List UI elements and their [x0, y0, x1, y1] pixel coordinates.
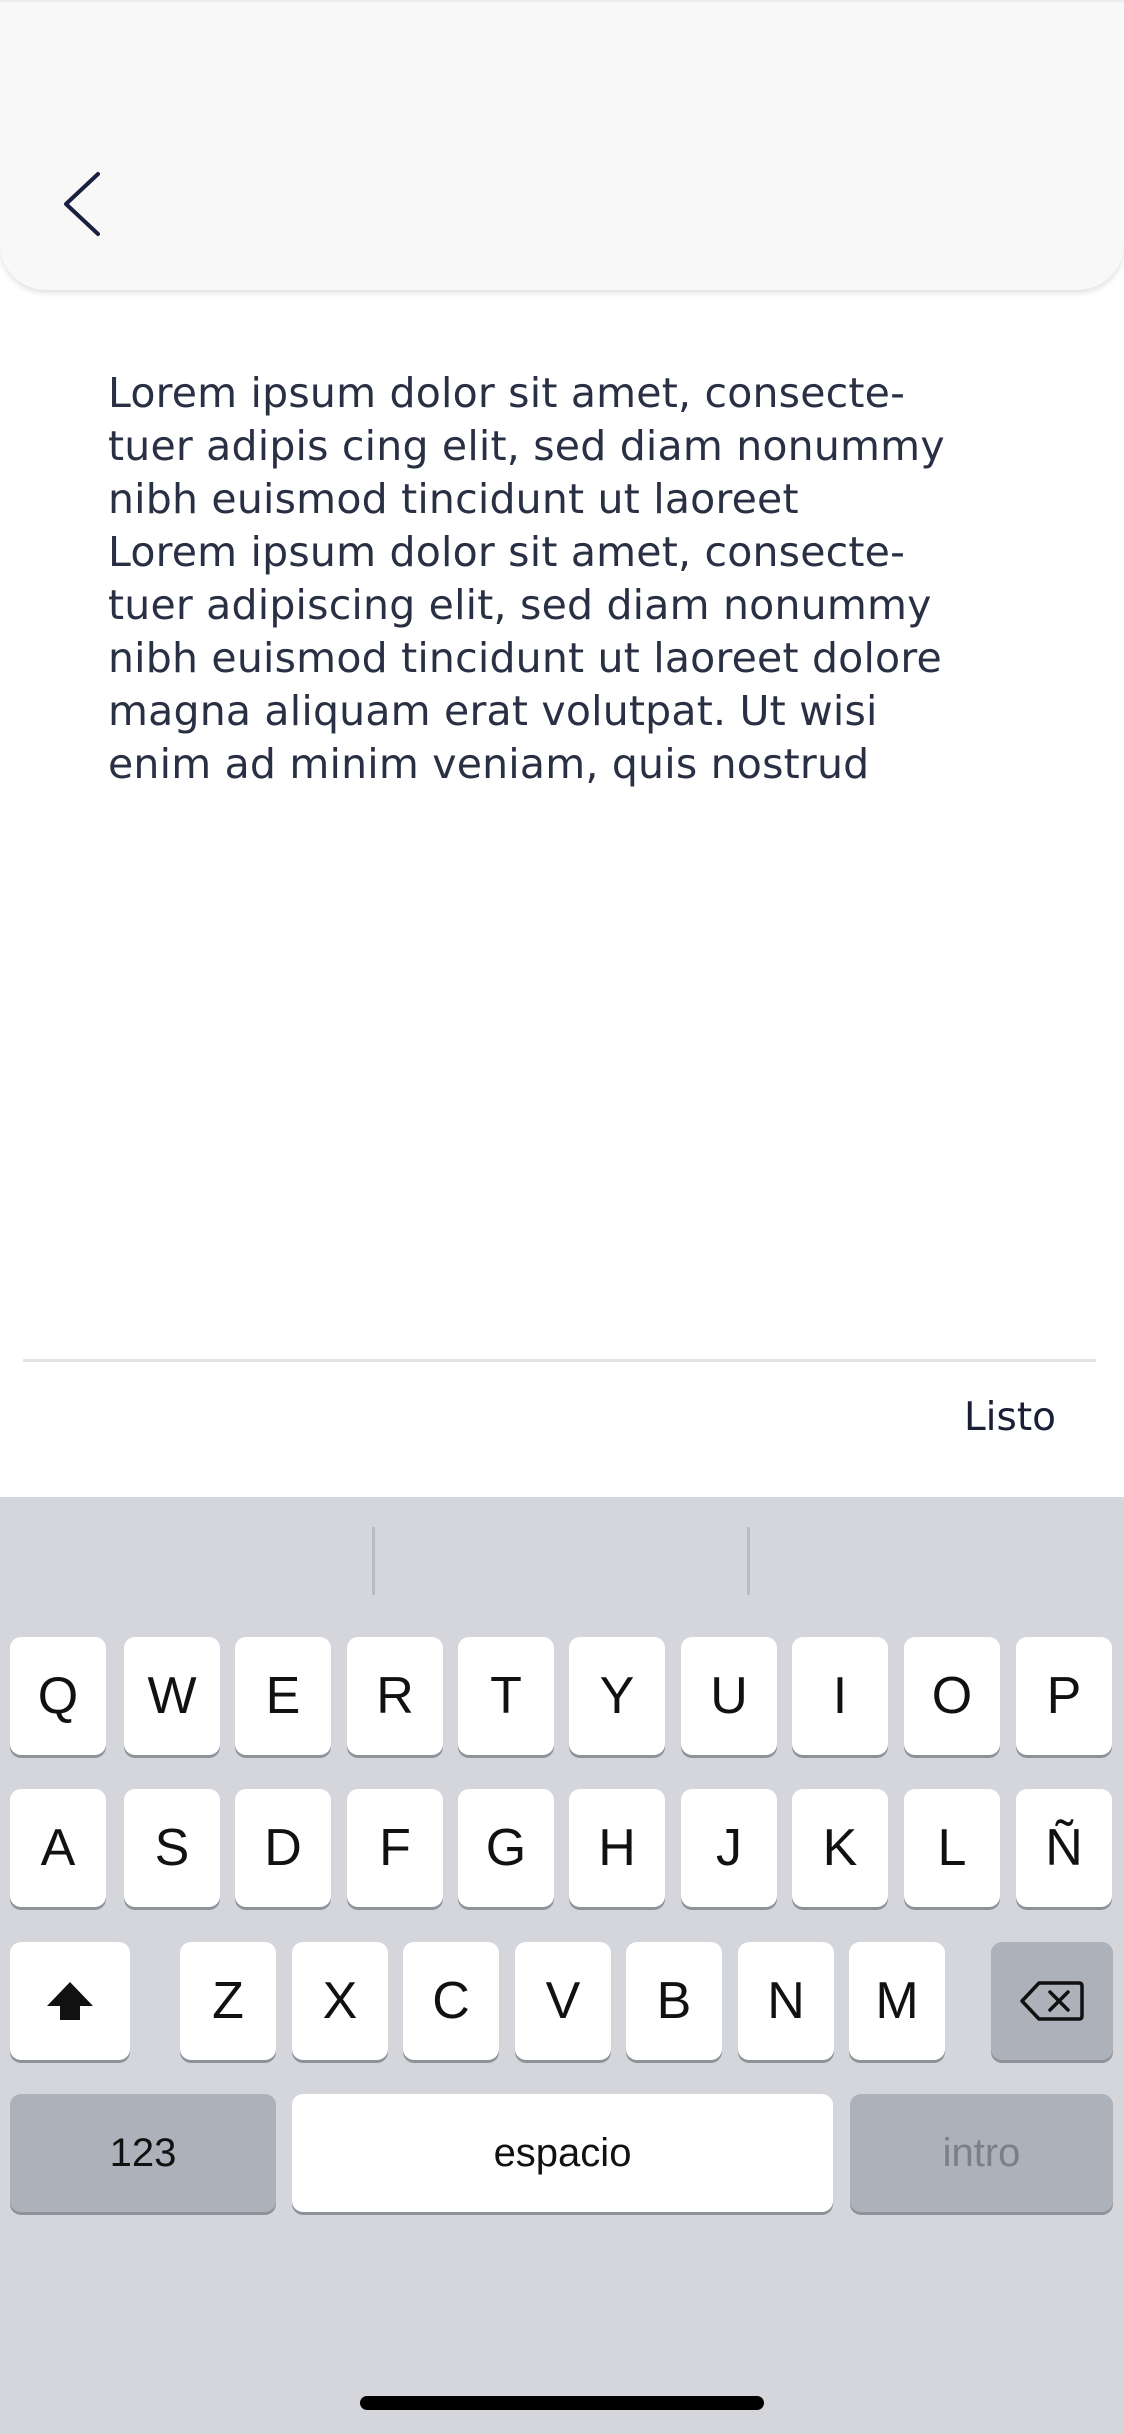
key[interactable]: J: [681, 1789, 777, 1907]
key[interactable]: T: [458, 1637, 554, 1755]
divider: [23, 1359, 1096, 1362]
key[interactable]: V: [515, 1942, 611, 2060]
key[interactable]: Y: [569, 1637, 665, 1755]
key[interactable]: X: [292, 1942, 388, 2060]
key[interactable]: G: [458, 1789, 554, 1907]
key[interactable]: D: [235, 1789, 331, 1907]
key[interactable]: A: [10, 1789, 106, 1907]
delete-key[interactable]: [991, 1942, 1113, 2060]
done-button[interactable]: Listo: [964, 1395, 1056, 1440]
key[interactable]: U: [681, 1637, 777, 1755]
return-key[interactable]: intro: [850, 2094, 1113, 2212]
key[interactable]: R: [347, 1637, 443, 1755]
key[interactable]: Q: [10, 1637, 106, 1755]
home-indicator: [360, 2396, 764, 2410]
shift-arrow-icon: [47, 1982, 93, 2020]
key[interactable]: F: [347, 1789, 443, 1907]
suggestion-separator: [372, 1527, 375, 1595]
key[interactable]: I: [792, 1637, 888, 1755]
key[interactable]: P: [1016, 1637, 1112, 1755]
key[interactable]: B: [626, 1942, 722, 2060]
top-bar: [0, 0, 1124, 290]
key[interactable]: S: [124, 1789, 220, 1907]
backspace-icon: [1020, 1981, 1084, 2021]
key[interactable]: W: [124, 1637, 220, 1755]
keyboard: Q W E R T Y U I O P A S D F G H J K L Ñ …: [0, 1497, 1124, 2434]
key[interactable]: H: [569, 1789, 665, 1907]
suggestion-separator: [747, 1527, 750, 1595]
key[interactable]: N: [738, 1942, 834, 2060]
key[interactable]: M: [849, 1942, 945, 2060]
space-key[interactable]: espacio: [292, 2094, 833, 2212]
key[interactable]: E: [235, 1637, 331, 1755]
key[interactable]: L: [904, 1789, 1000, 1907]
key[interactable]: C: [403, 1942, 499, 2060]
key[interactable]: Ñ: [1016, 1789, 1112, 1907]
text-content[interactable]: Lorem ipsum dolor sit amet, consecte- tu…: [108, 367, 1048, 791]
back-button[interactable]: [50, 162, 120, 242]
chevron-left-icon: [64, 172, 100, 236]
key[interactable]: O: [904, 1637, 1000, 1755]
numbers-key[interactable]: 123: [10, 2094, 276, 2212]
key[interactable]: Z: [180, 1942, 276, 2060]
shift-key[interactable]: [10, 1942, 130, 2060]
key[interactable]: K: [792, 1789, 888, 1907]
